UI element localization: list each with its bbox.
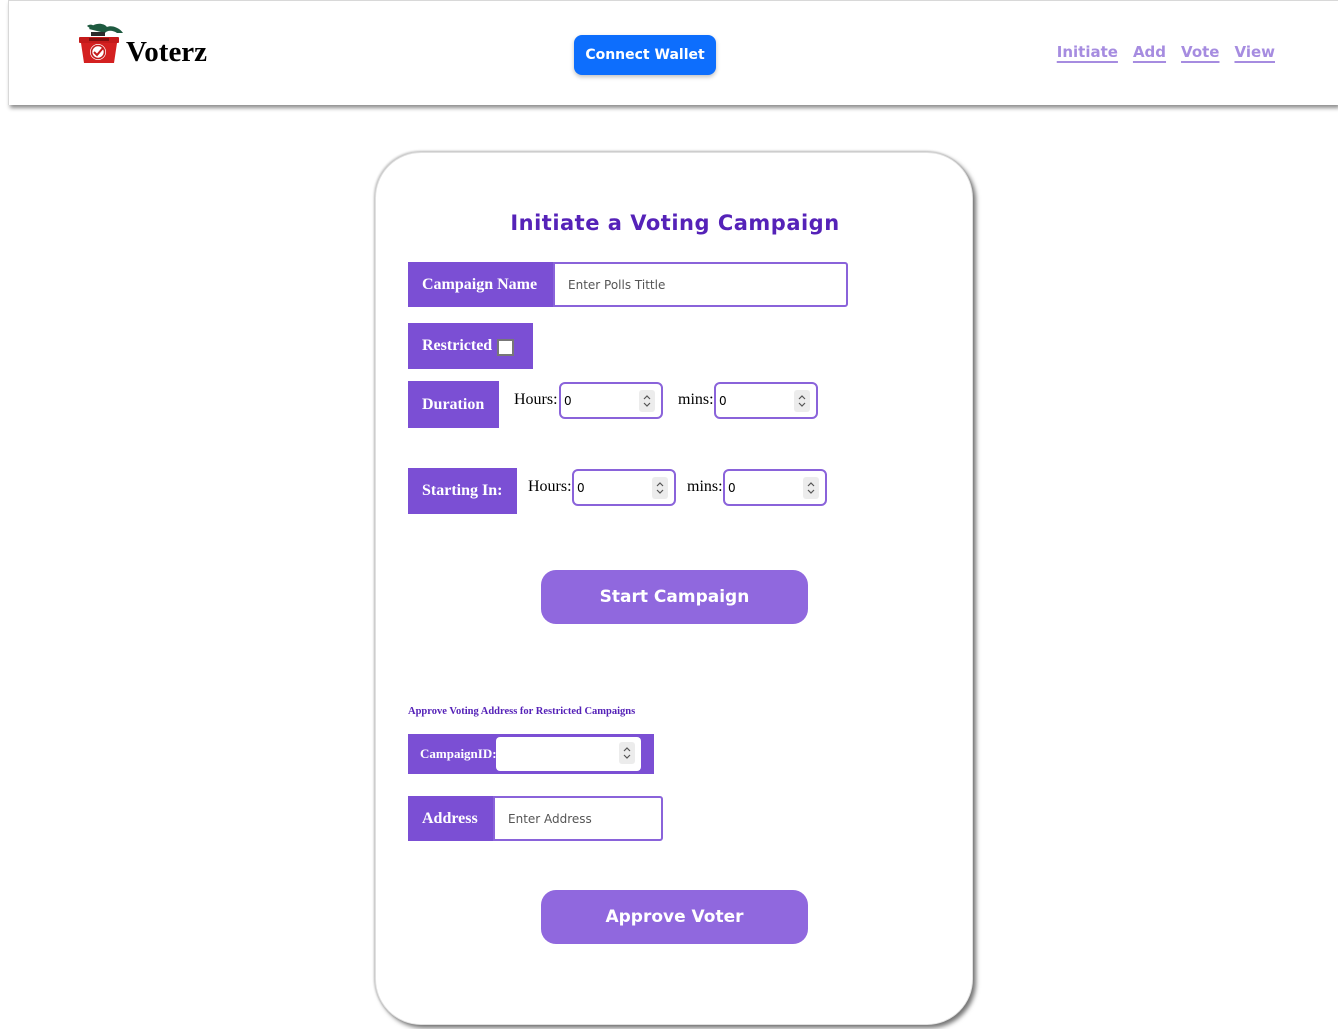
starting-in-label: Starting In:: [408, 468, 517, 514]
starting-mins-caption: mins:: [687, 478, 723, 495]
address-label: Address: [408, 796, 494, 841]
starting-hours-value: 0: [577, 480, 585, 495]
campaign-id-stepper-icon[interactable]: [619, 742, 635, 764]
duration-hours-stepper-icon[interactable]: [639, 390, 655, 412]
page-title: Initiate a Voting Campaign: [510, 211, 840, 235]
duration-mins-stepper-icon[interactable]: [794, 390, 810, 412]
nav-link-add[interactable]: Add: [1133, 43, 1166, 61]
top-navbar: Voterz Connect Wallet Initiate Add Vote …: [8, 0, 1338, 105]
starting-mins-stepper-icon[interactable]: [803, 477, 819, 499]
nav-link-initiate[interactable]: Initiate: [1057, 43, 1118, 61]
start-campaign-button[interactable]: Start Campaign: [541, 570, 808, 624]
nav-link-vote[interactable]: Vote: [1181, 43, 1219, 61]
restricted-label: Restricted: [422, 337, 493, 354]
brand-logo[interactable]: Voterz: [77, 21, 227, 71]
duration-hours-caption: Hours:: [514, 391, 558, 408]
ballot-box-icon: [79, 23, 123, 63]
connect-wallet-button[interactable]: Connect Wallet: [574, 35, 716, 75]
nav-links: Initiate Add Vote View: [1057, 43, 1275, 61]
duration-mins-input[interactable]: 0: [714, 382, 818, 419]
campaign-name-label: Campaign Name: [408, 262, 553, 307]
campaign-id-input[interactable]: [496, 737, 641, 771]
starting-mins-value: 0: [728, 480, 736, 495]
campaign-card: Initiate a Voting Campaign Campaign Name…: [375, 152, 973, 1025]
brand-name: Voterz: [126, 36, 208, 68]
campaign-id-label: CampaignID:: [420, 746, 497, 761]
address-input[interactable]: Enter Address: [493, 796, 663, 841]
starting-hours-caption: Hours:: [528, 478, 572, 495]
duration-hours-input[interactable]: 0: [559, 382, 663, 419]
duration-mins-caption: mins:: [678, 391, 714, 408]
duration-label: Duration: [408, 381, 499, 428]
restricted-label-box: Restricted: [408, 323, 533, 369]
duration-hours-value: 0: [564, 393, 572, 408]
starting-hours-input[interactable]: 0: [572, 469, 676, 506]
starting-hours-stepper-icon[interactable]: [652, 477, 668, 499]
starting-mins-input[interactable]: 0: [723, 469, 827, 506]
campaign-name-input[interactable]: Enter Polls Tittle: [553, 262, 848, 307]
duration-mins-value: 0: [719, 393, 727, 408]
restricted-checkbox[interactable]: [497, 338, 515, 356]
approve-voter-button[interactable]: Approve Voter: [541, 890, 808, 944]
nav-link-view[interactable]: View: [1234, 43, 1275, 61]
approve-section-caption: Approve Voting Address for Restricted Ca…: [408, 706, 636, 717]
